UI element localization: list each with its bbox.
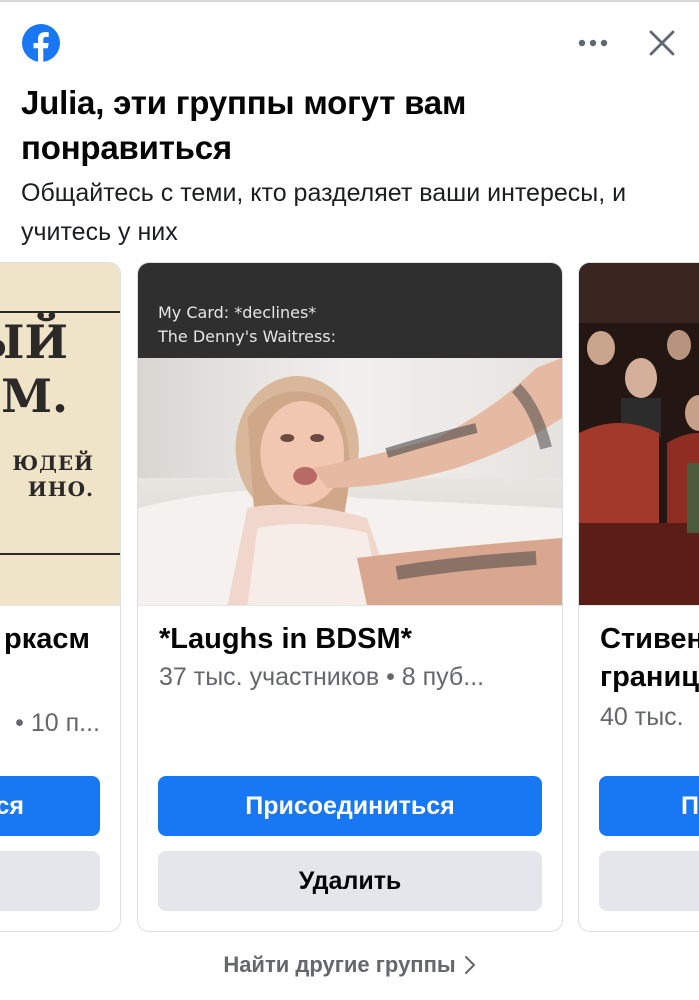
remove-group-button[interactable]: Удалить bbox=[158, 851, 542, 911]
close-icon bbox=[649, 30, 675, 56]
gif-caption: My Card: *declines* The Denny's Waitress… bbox=[138, 263, 562, 358]
chevron-right-icon bbox=[464, 956, 475, 974]
caption-line: My Card: *declines* bbox=[158, 303, 317, 322]
more-options-button[interactable] bbox=[572, 26, 614, 60]
join-group-button[interactable]: Присоединиться bbox=[158, 776, 542, 836]
close-button[interactable] bbox=[640, 22, 684, 64]
decorative-rule bbox=[0, 553, 120, 555]
groups-carousel[interactable]: ЫЙ М. ЮДЕЙ ИНО. ркасм • 10 п... ся My Ca… bbox=[0, 262, 699, 934]
cover-text: ЮДЕЙ bbox=[12, 451, 94, 475]
group-cover-image[interactable]: My Card: *declines* The Denny's Waitress… bbox=[138, 263, 562, 605]
group-cover-image[interactable]: ЫЙ М. ЮДЕЙ ИНО. bbox=[0, 263, 120, 605]
group-meta: 37 тыс. участников • 8 пуб... bbox=[159, 663, 485, 691]
cover-photo bbox=[138, 358, 562, 605]
group-meta: 40 тыс. bbox=[600, 703, 684, 731]
group-card[interactable]: My Card: *declines* The Denny's Waitress… bbox=[137, 262, 563, 932]
cover-text: ЫЙ bbox=[0, 315, 68, 369]
group-name[interactable]: ркасм bbox=[0, 620, 90, 658]
group-cover-image[interactable] bbox=[579, 263, 699, 605]
more-horizontal-icon bbox=[578, 39, 608, 47]
facebook-logo bbox=[22, 24, 60, 62]
suggestion-subtitle: Общайтесь с теми, кто разделяет ваши инт… bbox=[21, 179, 627, 246]
cover-text: ИНО. bbox=[27, 477, 94, 501]
group-card[interactable]: ЫЙ М. ЮДЕЙ ИНО. ркасм • 10 п... ся bbox=[0, 262, 121, 932]
remove-group-button[interactable] bbox=[599, 851, 699, 911]
join-group-button[interactable]: Пр bbox=[599, 776, 699, 836]
decorative-rule bbox=[0, 311, 120, 313]
group-name[interactable]: *Laughs in BDSM* bbox=[159, 620, 539, 658]
group-name[interactable]: Стивен границ bbox=[600, 620, 699, 696]
caption-line: The Denny's Waitress: bbox=[158, 327, 337, 346]
group-meta: • 10 п... bbox=[15, 709, 100, 737]
suggestion-title: Julia, эти группы могут вам понравиться bbox=[21, 84, 467, 166]
group-card[interactable]: Стивен границ 40 тыс. Пр bbox=[578, 262, 699, 932]
cover-text: М. bbox=[1, 369, 68, 423]
top-divider bbox=[0, 0, 699, 2]
join-group-button[interactable]: ся bbox=[0, 776, 100, 836]
find-more-groups-link[interactable]: Найти другие группы bbox=[0, 952, 699, 978]
find-more-label: Найти другие группы bbox=[223, 952, 456, 977]
remove-group-button[interactable] bbox=[0, 851, 100, 911]
cover-photo bbox=[579, 263, 699, 605]
